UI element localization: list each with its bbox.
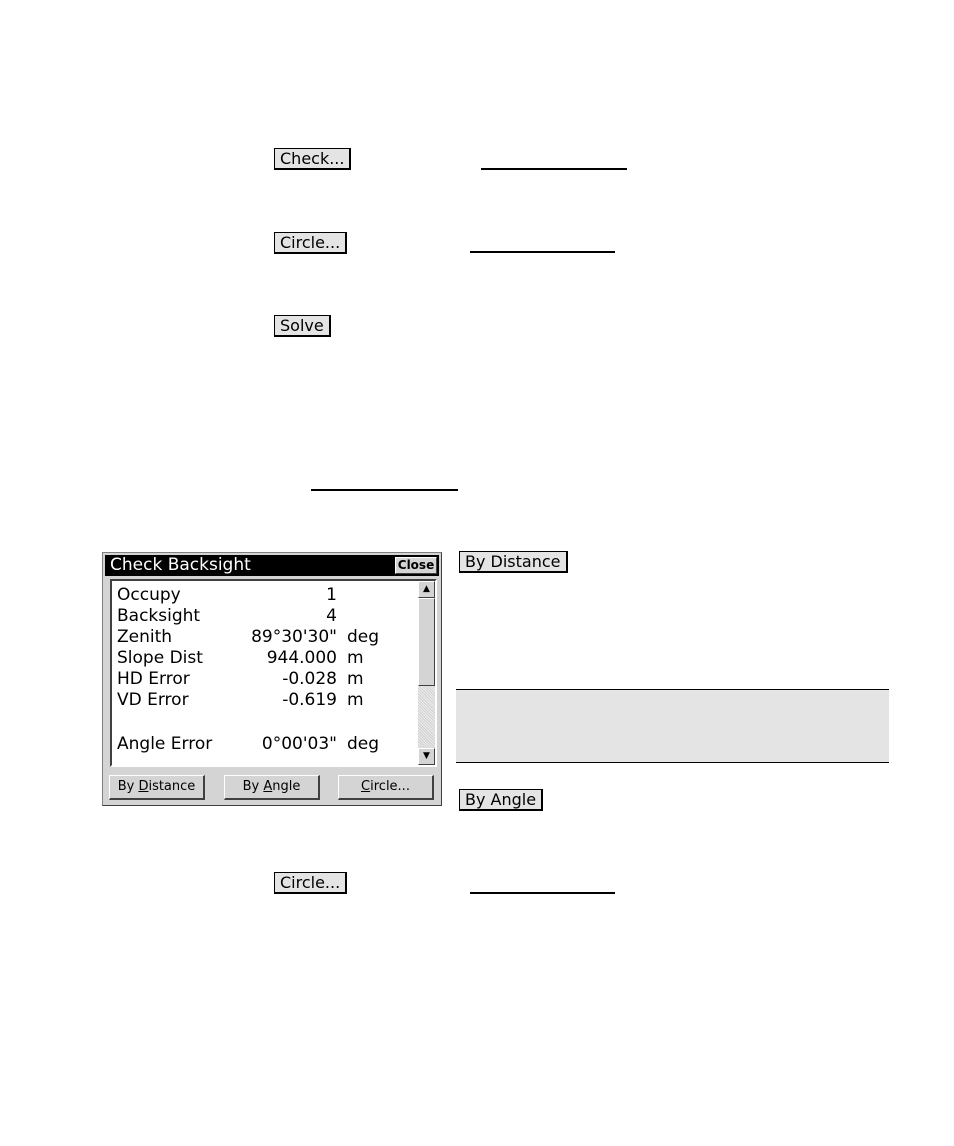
dialog-by-distance-button[interactable]: By Distance <box>109 775 205 800</box>
by-angle-button[interactable]: By Angle <box>459 789 544 811</box>
accelerator-key: A <box>263 779 273 794</box>
backsight-results-list: Occupy 1 Backsight 4 Zenith 89°30'30" de… <box>110 579 437 767</box>
dialog-title: Check Backsight <box>110 555 251 575</box>
row-label: Slope Dist <box>117 648 203 668</box>
blank-underline <box>311 489 458 491</box>
check-backsight-dialog: Check Backsight Close Occupy 1 Backsight… <box>102 552 442 806</box>
row-unit: deg <box>347 734 380 754</box>
row-value: 944.000 <box>266 648 337 668</box>
row-label: VD Error <box>117 690 189 710</box>
row-label: HD Error <box>117 669 190 689</box>
button-text: By <box>242 779 264 794</box>
blank-underline <box>470 251 615 253</box>
circle-button-bottom[interactable]: Circle... <box>274 872 348 894</box>
row-value: -0.619 <box>282 690 337 710</box>
dialog-title-bar: Check Backsight Close <box>105 555 439 576</box>
close-button[interactable]: Close <box>395 557 437 574</box>
row-label: Occupy <box>117 585 181 605</box>
accelerator-key: D <box>138 779 149 794</box>
dialog-by-angle-button[interactable]: By Angle <box>224 775 320 800</box>
row-value: 0°00'03" <box>261 734 337 754</box>
scroll-up-arrow-icon[interactable]: ▲ <box>418 581 435 598</box>
row-value: 4 <box>326 606 337 626</box>
button-text: ngle <box>272 779 301 794</box>
scroll-down-arrow-icon[interactable]: ▼ <box>418 748 435 765</box>
row-label: Backsight <box>117 606 201 626</box>
scrollbar-thumb[interactable] <box>418 598 435 686</box>
by-distance-button[interactable]: By Distance <box>459 551 568 573</box>
button-text: ircle... <box>370 779 410 794</box>
vertical-scrollbar[interactable]: ▲ ▼ <box>418 581 435 765</box>
accelerator-key: C <box>361 779 371 794</box>
row-unit: m <box>347 669 364 689</box>
blank-underline <box>481 168 627 170</box>
row-label: Zenith <box>117 627 173 647</box>
dialog-circle-button[interactable]: Circle... <box>338 775 434 800</box>
button-text: By <box>117 779 139 794</box>
check-button[interactable]: Check... <box>274 148 352 170</box>
row-value: 1 <box>326 585 337 605</box>
row-unit: deg <box>347 627 380 647</box>
circle-button[interactable]: Circle... <box>274 232 348 254</box>
blank-underline <box>470 892 615 894</box>
row-unit: m <box>347 690 364 710</box>
row-label: Angle Error <box>117 734 213 754</box>
row-value: -0.028 <box>282 669 337 689</box>
button-text: istance <box>148 779 196 794</box>
row-value: 89°30'30" <box>251 627 337 647</box>
row-unit: m <box>347 648 364 668</box>
note-box <box>456 689 889 763</box>
solve-button[interactable]: Solve <box>274 315 331 337</box>
